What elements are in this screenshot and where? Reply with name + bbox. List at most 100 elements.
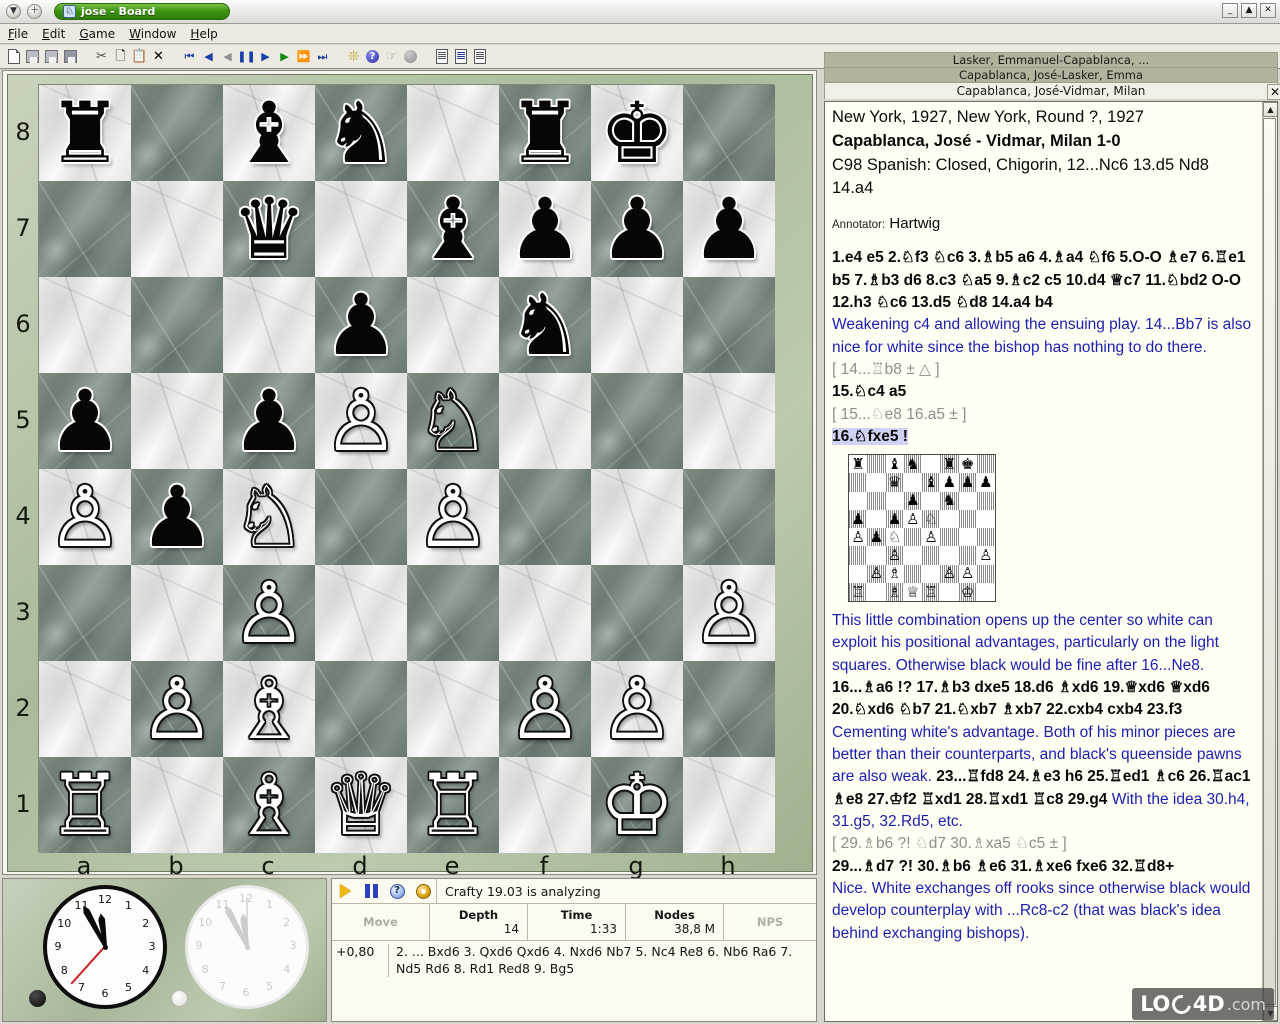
square-f6[interactable]: ♞ [499, 277, 591, 373]
square-c8[interactable]: ♝ [223, 85, 315, 181]
square-b8[interactable] [131, 85, 223, 181]
stop-icon[interactable] [401, 47, 420, 67]
chess-board[interactable]: ♜♝♞♜♚♛♝♟♟♟♟♞♟♟♙♘♙♟♘♙♙♙♙♗♙♙♖♗♕♖♔ [38, 84, 774, 852]
close-tab-button[interactable]: ✕ [1267, 84, 1280, 100]
variation-3[interactable]: [ 29.♗b6 ?! ♘d7 30.♗xa5 ♘c5 ± ] [832, 833, 1254, 855]
piece-white-rook-a1[interactable]: ♖ [39, 757, 131, 853]
square-d7[interactable] [315, 181, 407, 277]
square-a2[interactable] [39, 661, 131, 757]
piece-black-pawn-b4[interactable]: ♟ [131, 469, 223, 565]
square-f5[interactable] [499, 373, 591, 469]
engine-pause-button[interactable] [358, 879, 384, 903]
square-e5[interactable]: ♘ [407, 373, 499, 469]
square-a3[interactable] [39, 565, 131, 661]
piece-black-queen-c7[interactable]: ♛ [223, 181, 315, 277]
piece-black-knight-d8[interactable]: ♞ [315, 85, 407, 181]
square-h8[interactable] [683, 85, 775, 181]
square-d1[interactable]: ♕ [315, 757, 407, 853]
square-h3[interactable]: ♙ [683, 565, 775, 661]
game-tab-1[interactable]: Capablanca, José-Lasker, Emma [824, 67, 1278, 82]
notation-icon[interactable] [432, 47, 451, 67]
square-g8[interactable]: ♚ [591, 85, 683, 181]
piece-black-rook-f8[interactable]: ♜ [499, 85, 591, 181]
piece-white-pawn-g2[interactable]: ♙ [591, 661, 683, 757]
piece-white-pawn-b2[interactable]: ♙ [131, 661, 223, 757]
move-block-3[interactable]: 16.♘fxe5 ! [832, 426, 1254, 448]
square-c2[interactable]: ♗ [223, 661, 315, 757]
engine-play-button[interactable] [332, 879, 358, 903]
square-h4[interactable] [683, 469, 775, 565]
square-b5[interactable] [131, 373, 223, 469]
save-all-icon[interactable] [42, 47, 61, 67]
piece-black-king-g8[interactable]: ♚ [591, 85, 683, 181]
piece-white-pawn-h3[interactable]: ♙ [683, 565, 775, 661]
paste-icon[interactable]: 📋 [130, 47, 149, 67]
scroll-up-button[interactable]: ▲ [1263, 102, 1278, 117]
square-h6[interactable] [683, 277, 775, 373]
collapse-icon[interactable]: ▼ [6, 4, 21, 19]
square-h5[interactable] [683, 373, 775, 469]
piece-black-bishop-e7[interactable]: ♝ [407, 181, 499, 277]
square-a1[interactable]: ♖ [39, 757, 131, 853]
square-d4[interactable] [315, 469, 407, 565]
square-b2[interactable]: ♙ [131, 661, 223, 757]
save-as-icon[interactable] [61, 47, 80, 67]
piece-black-knight-f6[interactable]: ♞ [499, 277, 591, 373]
scroll-track[interactable] [1263, 118, 1276, 1005]
step-back-icon[interactable]: ◀ [218, 47, 237, 67]
piece-black-pawn-d6[interactable]: ♟ [315, 277, 407, 373]
last-move-icon[interactable]: ⏭ [313, 47, 332, 67]
square-b1[interactable] [131, 757, 223, 853]
save-icon[interactable] [23, 47, 42, 67]
engine-help-button[interactable]: ? [384, 879, 410, 903]
close-button[interactable]: ✕ [1260, 3, 1276, 18]
cut-icon[interactable]: ✂ [92, 47, 111, 67]
move-block-4[interactable]: 16...♗a6 !? 17.♗b3 dxe5 18.d6 ♗xd6 19.♕x… [832, 679, 1210, 718]
copy-icon[interactable]: 🗋 [111, 47, 130, 67]
piece-white-king-g1[interactable]: ♔ [591, 757, 683, 853]
square-h1[interactable] [683, 757, 775, 853]
square-f1[interactable] [499, 757, 591, 853]
square-e3[interactable] [407, 565, 499, 661]
menu-game[interactable]: Game [79, 27, 115, 41]
variation-2[interactable]: [ 15...♘e8 16.a5 ± ] [832, 404, 1254, 426]
move-block-6[interactable]: 29...♗d7 ?! 30.♗b6 ♗e6 31.♗xe6 fxe6 32.♖… [832, 856, 1254, 878]
piece-white-rook-e1[interactable]: ♖ [407, 757, 499, 853]
square-b6[interactable] [131, 277, 223, 373]
square-c7[interactable]: ♛ [223, 181, 315, 277]
square-b4[interactable]: ♟ [131, 469, 223, 565]
square-e1[interactable]: ♖ [407, 757, 499, 853]
piece-white-bishop-c2[interactable]: ♗ [223, 661, 315, 757]
engine-icon[interactable]: ❊ [344, 47, 363, 67]
move-block-2[interactable]: 15.♘c4 a5 [832, 381, 1254, 403]
forward-icon[interactable]: ▶ [275, 47, 294, 67]
play-icon[interactable]: ▶ [256, 47, 275, 67]
square-g1[interactable]: ♔ [591, 757, 683, 853]
fast-forward-icon[interactable]: ⏩ [294, 47, 313, 67]
square-g6[interactable] [591, 277, 683, 373]
variation-1[interactable]: [ 14...♖b8 ± △ ] [832, 359, 1254, 381]
menu-help[interactable]: Help [190, 27, 217, 41]
piece-white-knight-e5[interactable]: ♘ [407, 373, 499, 469]
game-tab-0[interactable]: Lasker, Emmanuel-Capablanca, ... [824, 52, 1278, 67]
piece-black-pawn-c5[interactable]: ♟ [223, 373, 315, 469]
square-g3[interactable] [591, 565, 683, 661]
square-c1[interactable]: ♗ [223, 757, 315, 853]
piece-white-bishop-c1[interactable]: ♗ [223, 757, 315, 853]
square-g2[interactable]: ♙ [591, 661, 683, 757]
pause-icon[interactable]: ❚❚ [237, 47, 256, 67]
square-d5[interactable]: ♙ [315, 373, 407, 469]
first-move-icon[interactable]: ⏮ [180, 47, 199, 67]
square-g7[interactable]: ♟ [591, 181, 683, 277]
square-a6[interactable] [39, 277, 131, 373]
scroll-thumb[interactable] [1263, 118, 1276, 1005]
piece-black-rook-a8[interactable]: ♜ [39, 85, 131, 181]
piece-white-queen-d1[interactable]: ♕ [315, 757, 407, 853]
maximize-button[interactable]: ▲ [1241, 3, 1257, 18]
properties-icon[interactable] [470, 47, 489, 67]
square-h2[interactable] [683, 661, 775, 757]
menu-file[interactable]: File [8, 27, 28, 41]
piece-black-pawn-h7[interactable]: ♟ [683, 181, 775, 277]
square-b7[interactable] [131, 181, 223, 277]
piece-black-pawn-a5[interactable]: ♟ [39, 373, 131, 469]
